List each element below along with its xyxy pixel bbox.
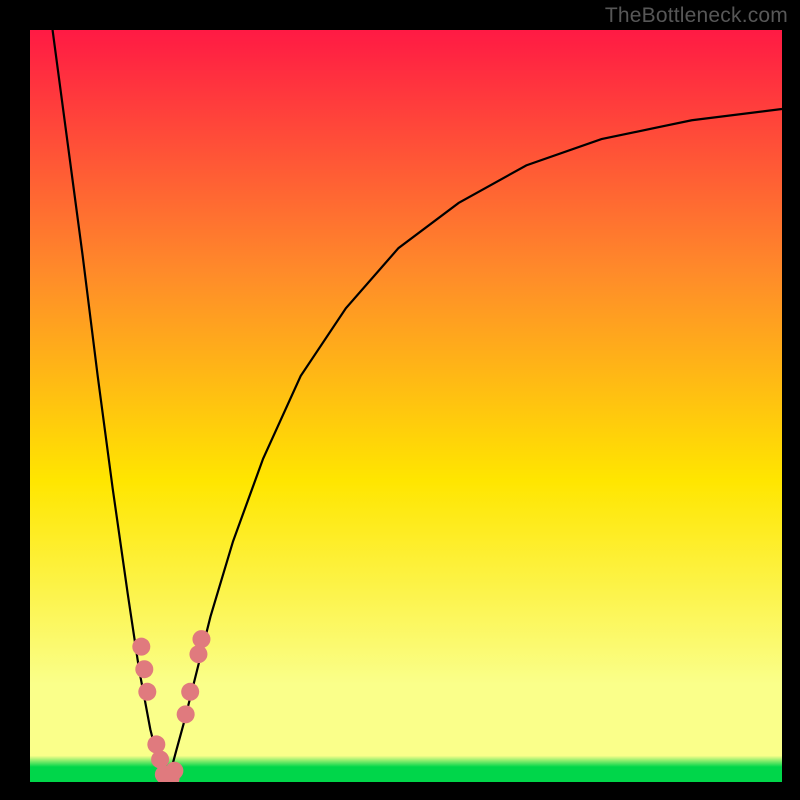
marker-right	[192, 630, 210, 648]
marker-right	[177, 705, 195, 723]
plot-area	[30, 30, 782, 782]
watermark: TheBottleneck.com	[605, 4, 788, 28]
marker-left	[138, 683, 156, 701]
marker-left	[151, 750, 169, 768]
marker-bottom	[165, 762, 183, 780]
marker-right	[181, 683, 199, 701]
marker-left	[147, 735, 165, 753]
chart-frame: TheBottleneck.com	[0, 0, 800, 800]
bottleneck-curve	[30, 30, 782, 782]
marker-right	[189, 645, 207, 663]
marker-left	[132, 638, 150, 656]
marker-left	[135, 660, 153, 678]
